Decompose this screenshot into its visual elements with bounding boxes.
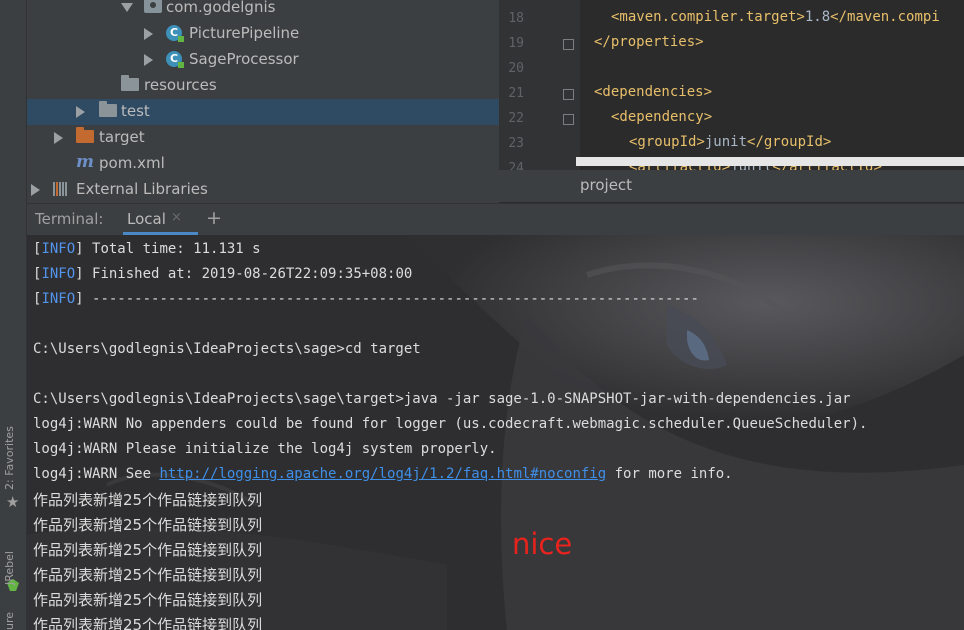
chevron-right-icon[interactable] xyxy=(31,184,40,196)
horizontal-scrollbar[interactable] xyxy=(576,157,964,166)
terminal-line: log4j:WARN No appenders could be found f… xyxy=(33,416,868,432)
code-line: <dependency> xyxy=(611,109,713,125)
terminal-tab-local[interactable]: Local × xyxy=(123,204,198,235)
terminal-output[interactable]: [INFO] Total time: 11.131 s [INFO] Finis… xyxy=(27,235,964,630)
tree-item-label: pom.xml xyxy=(99,154,165,172)
terminal-line: 作品列表新增25个作品链接到队列 xyxy=(33,591,263,609)
code-line: </properties> xyxy=(594,34,704,50)
line-number: 19 xyxy=(508,36,524,51)
star-icon[interactable]: ★ xyxy=(6,493,19,511)
log4j-faq-link[interactable]: http://logging.apache.org/log4j/1.2/faq.… xyxy=(159,466,606,482)
favorites-tab[interactable]: 2: Favorites xyxy=(3,426,16,490)
terminal-line: [INFO] Finished at: 2019-08-26T22:09:35+… xyxy=(33,266,413,282)
fold-marker-icon[interactable] xyxy=(563,89,574,100)
breadcrumb-item[interactable]: project xyxy=(580,176,632,194)
terminal-line: C:\Users\godlegnis\IdeaProjects\sage\tar… xyxy=(33,391,851,407)
chevron-down-icon[interactable] xyxy=(121,3,133,12)
library-icon xyxy=(53,182,71,196)
tree-item-label: com.godelgnis xyxy=(166,0,276,16)
java-class-icon: C xyxy=(166,25,184,42)
line-number: 24 xyxy=(508,161,524,170)
package-icon xyxy=(144,0,162,13)
tree-item-label: test xyxy=(121,102,150,120)
terminal-line: 作品列表新增25个作品链接到队列 xyxy=(33,566,263,584)
tree-item-sageprocessor[interactable]: C SageProcessor xyxy=(27,47,499,73)
tree-item-target[interactable]: target xyxy=(27,125,499,151)
jrebel-tab[interactable]: JRebel xyxy=(3,551,16,585)
terminal-line: 作品列表新增25个作品链接到队列 xyxy=(33,491,263,509)
tree-item-pom[interactable]: m pom.xml xyxy=(27,151,499,177)
chevron-right-icon[interactable] xyxy=(76,106,85,118)
terminal-line: [INFO] Total time: 11.131 s xyxy=(33,241,261,257)
add-terminal-button[interactable]: + xyxy=(206,207,222,229)
chevron-right-icon[interactable] xyxy=(54,132,63,144)
line-number: 22 xyxy=(508,111,524,126)
line-number: 23 xyxy=(508,136,524,151)
line-number: 20 xyxy=(508,61,524,76)
tree-item-test[interactable]: test xyxy=(27,99,499,125)
terminal-line: C:\Users\godlegnis\IdeaProjects\sage>cd … xyxy=(33,341,421,357)
tree-item-picturepipeline[interactable]: C PicturePipeline xyxy=(27,21,499,47)
java-class-icon: C xyxy=(166,51,184,68)
terminal-line: log4j:WARN See http://logging.apache.org… xyxy=(33,466,733,482)
tree-item-label: resources xyxy=(144,76,217,94)
line-number: 18 xyxy=(508,11,524,26)
tree-item-label: SageProcessor xyxy=(189,50,299,68)
tree-item-label: target xyxy=(99,128,145,146)
tree-item-resources[interactable]: resources xyxy=(27,73,499,99)
terminal-line: log4j:WARN Please initialize the log4j s… xyxy=(33,441,497,457)
code-line: <dependencies> xyxy=(594,84,713,100)
fold-marker-icon[interactable] xyxy=(563,39,574,50)
terminal-line: 作品列表新增25个作品链接到队列 xyxy=(33,616,263,630)
terminal-line: 作品列表新增25个作品链接到队列 xyxy=(33,541,263,559)
folder-icon xyxy=(99,101,117,117)
folder-icon xyxy=(76,127,94,143)
left-tool-strip: 2: Favorites ★ JRebel ure xyxy=(0,0,27,630)
project-tree: com.godelgnis C PicturePipeline C SagePr… xyxy=(27,0,499,203)
terminal-line: [INFO] ---------------------------------… xyxy=(33,291,699,307)
tree-item-package[interactable]: com.godelgnis xyxy=(27,0,499,21)
line-number: 21 xyxy=(508,86,524,101)
chevron-right-icon[interactable] xyxy=(144,28,153,40)
code-line: <groupId>junit</groupId> xyxy=(629,134,832,150)
code-line: <maven.compiler.target>1.8</maven.compi xyxy=(611,9,940,25)
chevron-right-icon[interactable] xyxy=(144,54,153,66)
terminal-title: Terminal: xyxy=(35,210,104,228)
tree-item-external-libraries[interactable]: External Libraries xyxy=(27,177,499,203)
tree-item-label: External Libraries xyxy=(76,180,208,198)
terminal-line: 作品列表新增25个作品链接到队列 xyxy=(33,516,263,534)
terminal-tab-label: Local xyxy=(127,210,166,228)
fold-marker-icon[interactable] xyxy=(563,114,574,125)
tree-item-label: PicturePipeline xyxy=(189,24,300,42)
maven-icon: m xyxy=(76,152,94,172)
terminal-toolbar: Terminal: Local × + xyxy=(27,203,964,236)
overlay-annotation: nice xyxy=(512,527,573,561)
close-icon[interactable]: × xyxy=(171,210,182,225)
editor-breadcrumb[interactable]: project xyxy=(499,170,964,202)
code-editor[interactable]: 18 19 20 21 22 23 24 <maven.compiler.tar… xyxy=(499,0,964,170)
structure-tab[interactable]: ure xyxy=(3,612,16,630)
resources-folder-icon xyxy=(121,75,139,91)
